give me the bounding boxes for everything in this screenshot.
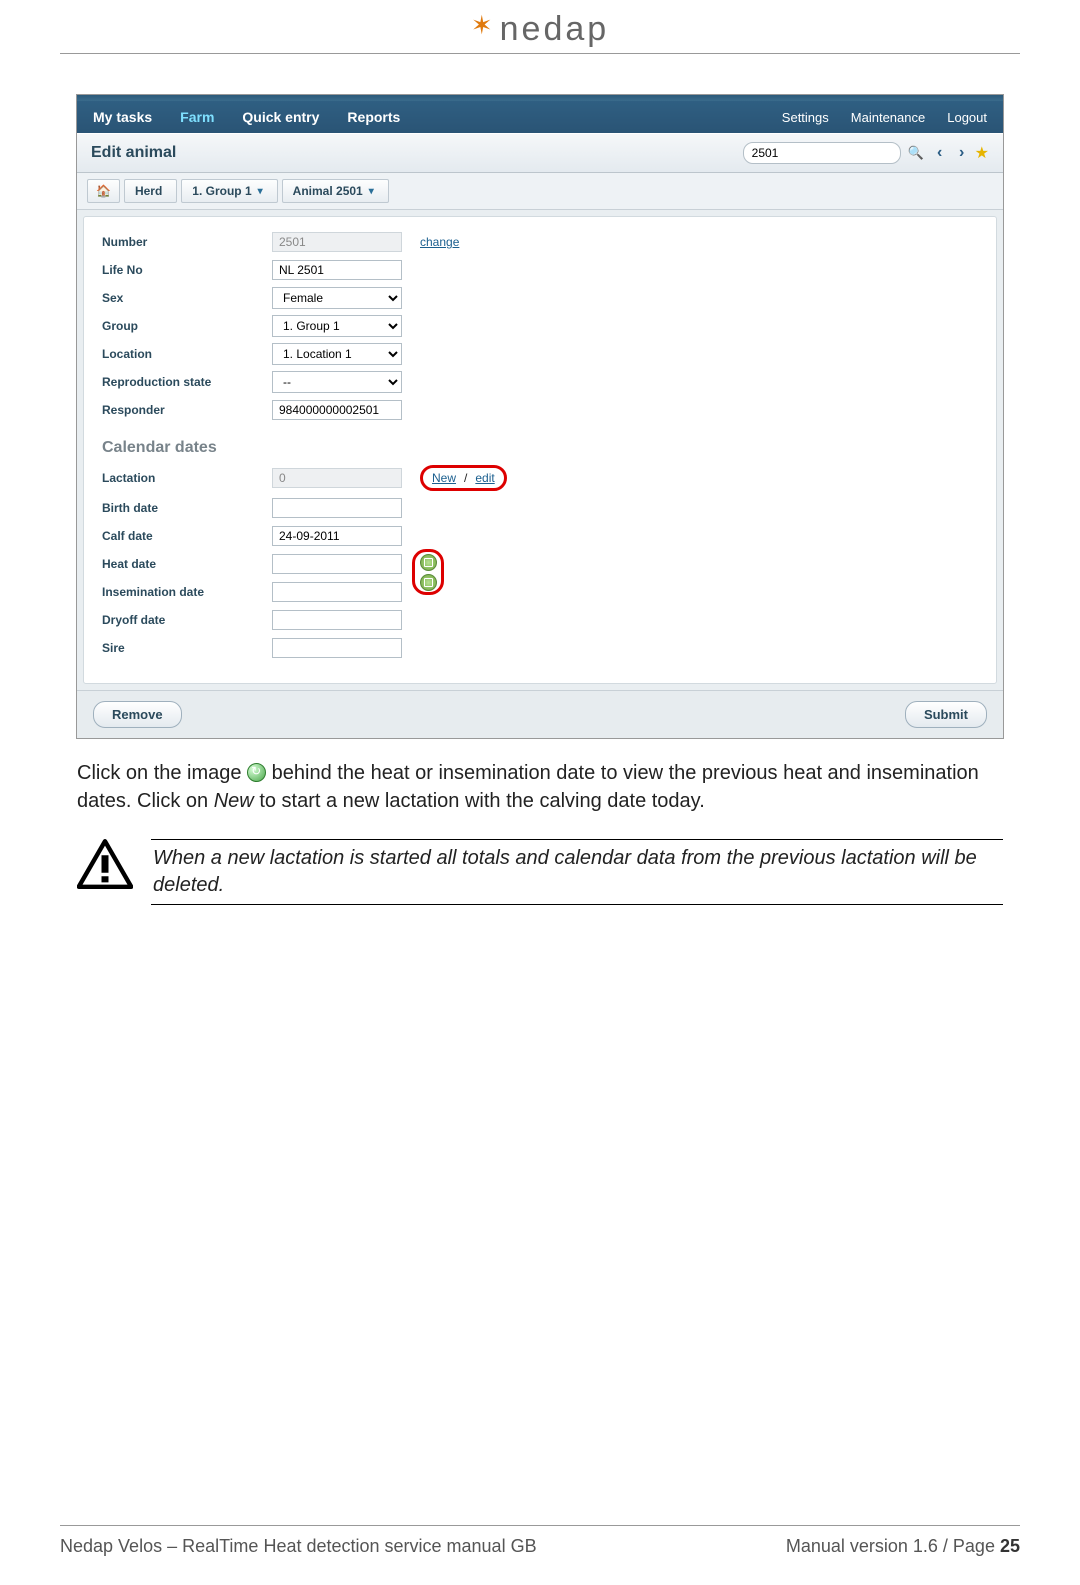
breadcrumb-group[interactable]: 1. Group 1 ▾ (181, 179, 277, 203)
warning-box: When a new lactation is started all tota… (77, 839, 1003, 905)
label-group: Group (102, 319, 272, 333)
sep: / (464, 471, 467, 485)
chevron-down-icon: ▾ (369, 186, 374, 197)
search-input[interactable] (743, 142, 901, 164)
nav-my-tasks[interactable]: My tasks (93, 109, 152, 125)
input-life-no[interactable] (272, 260, 402, 280)
history-sphere-icon (247, 763, 266, 782)
select-group[interactable]: 1. Group 1 (272, 315, 402, 337)
page-header: ✶ nedap (60, 0, 1020, 54)
warning-text: When a new lactation is started all tota… (151, 839, 1003, 905)
input-heat-date[interactable] (272, 554, 402, 574)
instruction-paragraph: Click on the image behind the heat or in… (77, 759, 1003, 815)
form-body: Number change Life No Sex Female Group 1… (83, 216, 997, 684)
home-icon: 🏠 (96, 184, 111, 198)
input-lactation (272, 468, 402, 488)
link-new-lactation[interactable]: New (432, 471, 456, 485)
label-location: Location (102, 347, 272, 361)
prev-arrow-icon[interactable]: ‹ (931, 144, 949, 162)
highlight-new-edit: New / edit (420, 465, 507, 491)
calendar-heading: Calendar dates (102, 439, 978, 457)
main-nav: My tasks Farm Quick entry Reports Settin… (77, 101, 1003, 133)
input-calf-date[interactable] (272, 526, 402, 546)
highlight-history-icons (412, 549, 444, 595)
select-location[interactable]: 1. Location 1 (272, 343, 402, 365)
form-footer: Remove Submit (77, 690, 1003, 738)
select-repro[interactable]: -- (272, 371, 402, 393)
label-insem-date: Insemination date (102, 585, 272, 599)
select-sex[interactable]: Female (272, 287, 402, 309)
input-number (272, 232, 402, 252)
input-birth-date[interactable] (272, 498, 402, 518)
label-sire: Sire (102, 641, 272, 655)
breadcrumb-animal[interactable]: Animal 2501 ▾ (282, 179, 389, 203)
nav-reports[interactable]: Reports (347, 109, 400, 125)
submit-button[interactable]: Submit (905, 701, 987, 728)
input-responder[interactable] (272, 400, 402, 420)
page-footer: Nedap Velos – RealTime Heat detection se… (60, 1525, 1020, 1557)
nav-settings[interactable]: Settings (782, 110, 829, 125)
history-icon[interactable] (420, 574, 437, 591)
label-life-no: Life No (102, 263, 272, 277)
logo-star-icon: ✶ (471, 10, 496, 41)
label-lactation: Lactation (102, 471, 272, 485)
label-birth-date: Birth date (102, 501, 272, 515)
label-sex: Sex (102, 291, 272, 305)
label-responder: Responder (102, 403, 272, 417)
link-edit-lactation[interactable]: edit (475, 471, 494, 485)
label-dryoff-date: Dryoff date (102, 613, 272, 627)
label-number: Number (102, 235, 272, 249)
next-arrow-icon[interactable]: › (953, 144, 971, 162)
page-title: Edit animal (91, 144, 176, 162)
breadcrumb-home[interactable]: 🏠 (87, 179, 120, 203)
link-change-number[interactable]: change (420, 235, 459, 249)
footer-right: Manual version 1.6 / Page 25 (786, 1536, 1020, 1557)
favorite-star-icon[interactable]: ★ (975, 143, 989, 163)
label-heat-date: Heat date (102, 557, 272, 571)
footer-left: Nedap Velos – RealTime Heat detection se… (60, 1536, 537, 1557)
label-calf-date: Calf date (102, 529, 272, 543)
nav-maintenance[interactable]: Maintenance (851, 110, 925, 125)
nedap-logo: ✶ nedap (471, 10, 609, 49)
nav-logout[interactable]: Logout (947, 110, 987, 125)
nav-farm[interactable]: Farm (180, 109, 214, 125)
logo-text: nedap (500, 10, 610, 49)
history-icon[interactable] (420, 554, 437, 571)
app-screenshot: My tasks Farm Quick entry Reports Settin… (76, 94, 1004, 739)
nav-quick-entry[interactable]: Quick entry (242, 109, 319, 125)
warning-icon (77, 839, 133, 894)
input-dryoff-date[interactable] (272, 610, 402, 630)
remove-button[interactable]: Remove (93, 701, 182, 728)
sub-header: Edit animal 🔍 ‹ › ★ (77, 133, 1003, 173)
breadcrumb: 🏠 Herd 1. Group 1 ▾ Animal 2501 ▾ (77, 173, 1003, 210)
input-sire[interactable] (272, 638, 402, 658)
search-icon[interactable]: 🔍 (905, 145, 927, 161)
chevron-down-icon: ▾ (258, 186, 263, 197)
breadcrumb-herd[interactable]: Herd (124, 179, 177, 203)
input-insem-date[interactable] (272, 582, 402, 602)
label-repro: Reproduction state (102, 375, 272, 389)
